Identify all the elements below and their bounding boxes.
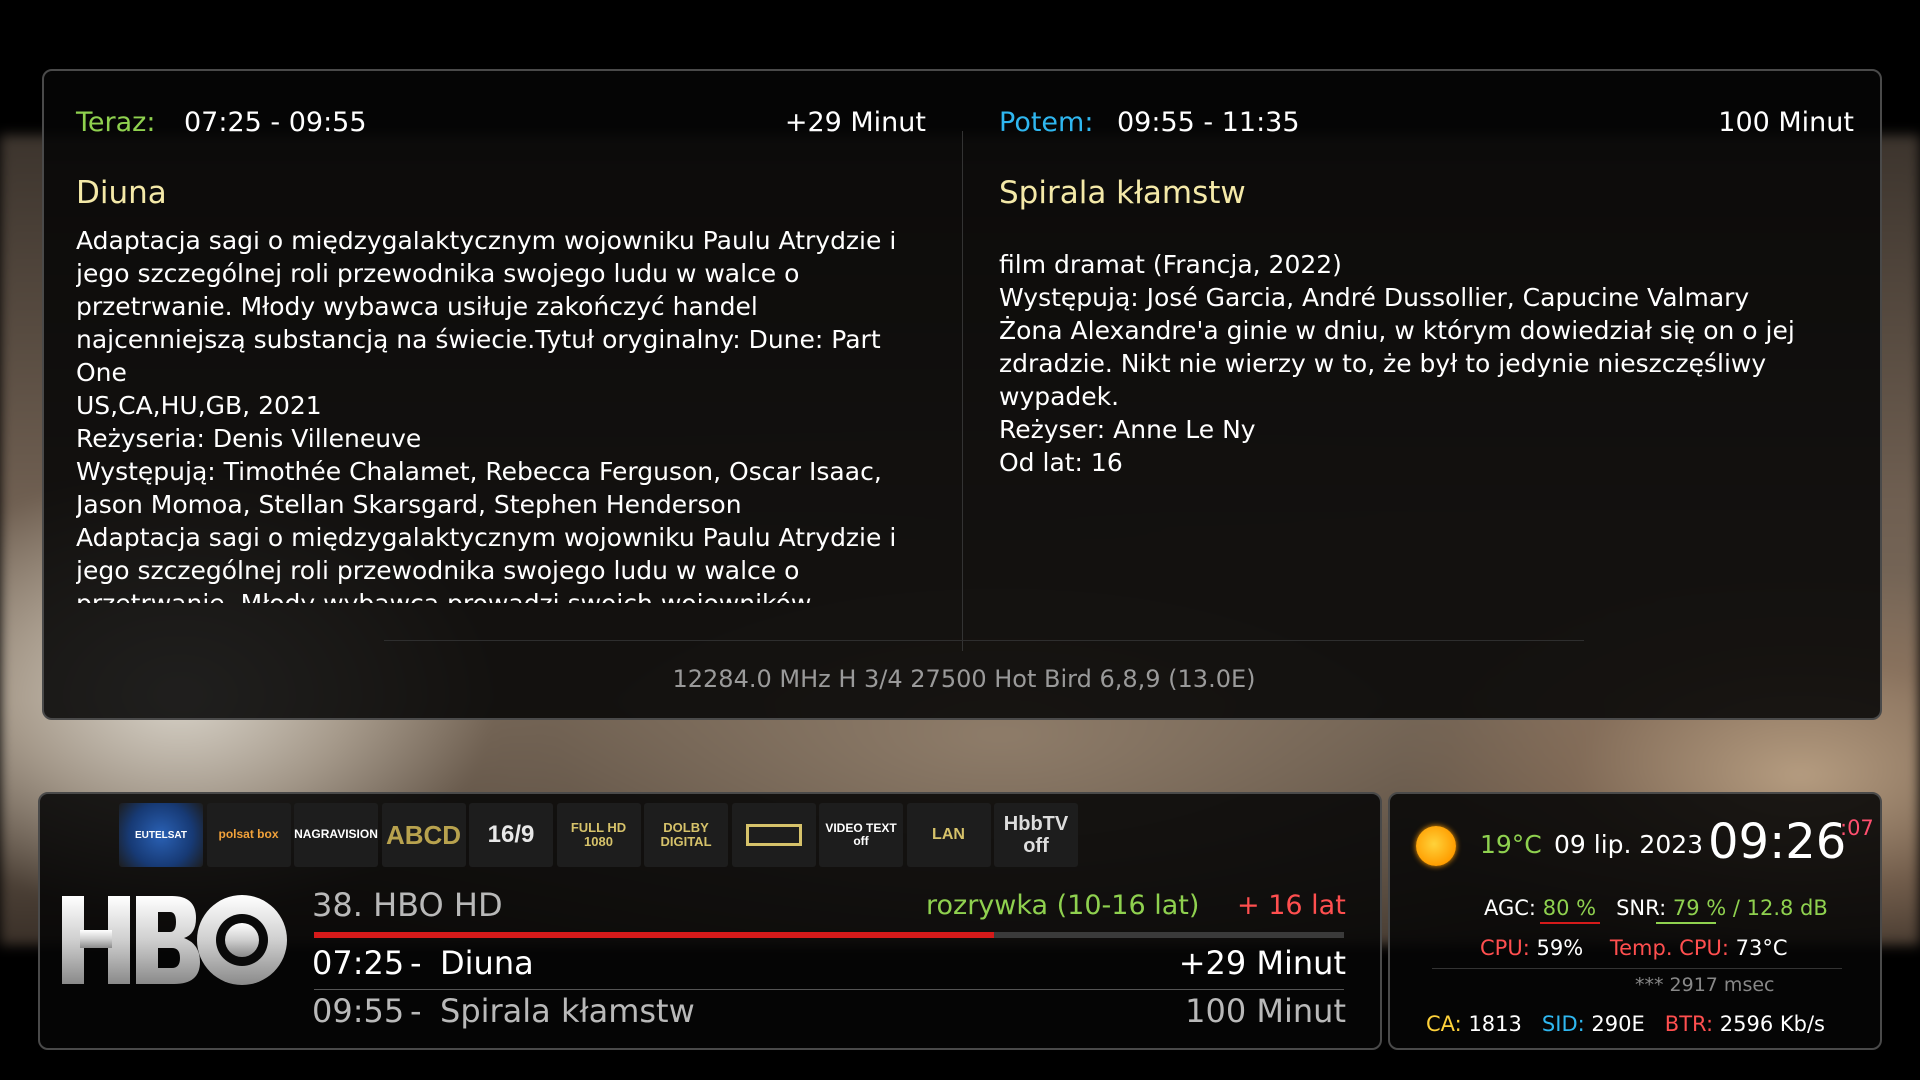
- channel-infobar: EUTELSAT polsat box NAGRAVISION ABCD 16/9 FUL…: [38, 792, 1382, 1050]
- epg-detail-panel: Teraz: 07:25 - 09:55 +29 Minut Diuna Ada…: [42, 69, 1882, 720]
- next-title: Spirala kłamstw: [999, 175, 1246, 211]
- next-programme-title: Spirala kłamstw: [440, 992, 695, 1030]
- ca-value: 1813: [1468, 1012, 1522, 1036]
- cpu-value: 59%: [1536, 936, 1584, 960]
- hbo-logo: [62, 895, 287, 985]
- current-start: 07:25: [312, 944, 405, 982]
- next-description-line: zdradzie. Nikt nie wierzy w to, że był t…: [999, 349, 1767, 378]
- service-line: CA: 1813 SID: 290E BTR: 2596 Kb/s: [1426, 1012, 1825, 1036]
- now-label: Teraz:: [76, 107, 156, 138]
- outside-temperature: 19°C: [1480, 830, 1542, 859]
- now-description-line: jego szczególnej roli przewodnika swojeg…: [76, 259, 800, 288]
- now-description[interactable]: Adaptacja sagi o międzygalaktycznym wojo…: [76, 231, 926, 603]
- now-description-line: przetrwanie. Młody wybawca prowadzi swoi…: [76, 587, 926, 603]
- programme-progress-bar: [314, 932, 1344, 938]
- agc-label: AGC:: [1484, 896, 1537, 920]
- now-description-line: Występują: Timothée Chalamet, Rebecca Fe…: [76, 457, 882, 486]
- ca-label: CA:: [1426, 1012, 1462, 1036]
- current-date: 09 lip. 2023: [1554, 830, 1704, 859]
- now-time-range: 07:25 - 09:55: [184, 107, 367, 138]
- column-divider: [962, 131, 963, 651]
- now-description-line: Reżyseria: Denis Villeneuve: [76, 424, 422, 453]
- now-remaining: +29 Minut: [784, 107, 926, 138]
- next-programme-duration: 100 Minut: [1185, 992, 1346, 1030]
- row-divider: [314, 989, 1344, 990]
- next-description[interactable]: film dramat (Francja, 2022) Występują: Jo…: [999, 231, 1854, 603]
- lan-icon: LAN: [906, 803, 991, 867]
- next-description-line: Reżyser: Anne Le Ny: [999, 415, 1256, 444]
- agc-value: 80 %: [1542, 896, 1597, 920]
- system-info-panel: 19°C 09 lip. 2023 09:26 :07 AGC: 80 % SN…: [1388, 792, 1882, 1050]
- sid-value: 290E: [1591, 1012, 1645, 1036]
- next-description-line: Żona Alexandre'a ginie w dniu, w którym …: [999, 316, 1795, 345]
- full-hd-1080-icon: FULL HD 1080: [556, 803, 641, 867]
- now-header: Teraz: 07:25 - 09:55 +29 Minut: [76, 107, 926, 147]
- sys-divider: [1432, 968, 1842, 969]
- channel-name: 38. HBO HD: [312, 886, 503, 924]
- next-label: Potem:: [999, 107, 1094, 138]
- eutelsat-hotbird-icon: EUTELSAT: [119, 803, 203, 867]
- current-title: Diuna: [440, 944, 534, 982]
- now-description-line: najcenniejszą substancją na świecie.Tytu…: [76, 325, 881, 354]
- footer-divider: [384, 640, 1584, 641]
- hbbtv-off-icon: HbbTV off: [994, 803, 1078, 867]
- cpu-line: CPU: 59% Temp. CPU: 73°C: [1480, 936, 1788, 960]
- next-description-line: Występują: José Garcia, André Dussollier…: [999, 283, 1750, 312]
- age-rating: + 16 lat: [1237, 890, 1346, 921]
- now-description-line: jego szczególnej roli przewodnika swojeg…: [76, 556, 800, 585]
- now-description-line: przetrwanie. Młody wybawca usiłuje zakoń…: [76, 292, 758, 321]
- cpu-label: CPU:: [1480, 936, 1530, 960]
- signal-line: AGC: 80 % SNR: 79 % / 12.8 dB: [1484, 896, 1828, 920]
- progress-fill: [314, 932, 994, 938]
- now-description-line: Jason Momoa, Stellan Skarsgard, Stephen …: [76, 490, 742, 519]
- now-title: Diuna: [76, 175, 167, 211]
- next-duration: 100 Minut: [1718, 107, 1854, 138]
- current-remaining: +29 Minut: [1178, 944, 1346, 982]
- clock-seconds: :07: [1840, 816, 1874, 840]
- next-description-line: film dramat (Francja, 2022): [999, 250, 1342, 279]
- snr-label: SNR:: [1616, 896, 1667, 920]
- temp-cpu-label: Temp. CPU:: [1609, 936, 1729, 960]
- next-description-line: wypadek.: [999, 382, 1120, 411]
- next-description-line: Od lat: 16: [999, 448, 1123, 477]
- agc-meter: [1540, 922, 1600, 924]
- sid-label: SID:: [1541, 1012, 1585, 1036]
- widescreen-icon: [731, 803, 816, 867]
- video-text-off-icon: VIDEO TEXT off: [819, 803, 903, 867]
- snr-value: 79 % / 12.8 dB: [1672, 896, 1828, 920]
- ecm-time: *** 2917 msec: [1635, 974, 1775, 996]
- current-sep: -: [410, 944, 422, 982]
- now-description-line: Adaptacja sagi o międzygalaktycznym wojo…: [76, 231, 897, 255]
- temp-cpu-value: 73°C: [1735, 936, 1788, 960]
- abcd-icon: ABCD: [381, 803, 466, 867]
- btr-value: 2596 Kb/s: [1719, 1012, 1825, 1036]
- btr-label: BTR:: [1664, 1012, 1714, 1036]
- channel-genre: rozrywka (10-16 lat): [926, 890, 1200, 921]
- clock: 09:26: [1708, 814, 1847, 870]
- dolby-digital-icon: DOLBY DIGITAL: [644, 803, 728, 867]
- next-start: 09:55: [312, 992, 405, 1030]
- next-sep: -: [410, 992, 422, 1030]
- now-description-line: One: [76, 358, 127, 387]
- widescreen-frame: [745, 824, 802, 846]
- polsat-box-icon: polsat box: [206, 803, 291, 867]
- aspect-16-9-icon: 16/9: [469, 803, 553, 867]
- next-time-range: 09:55 - 11:35: [1117, 107, 1300, 138]
- next-header: Potem: 09:55 - 11:35 100 Minut: [999, 107, 1854, 147]
- nagravision-icon: NAGRAVISION: [294, 803, 378, 867]
- snr-meter: [1656, 922, 1716, 924]
- transponder-info: 12284.0 MHz H 3/4 27500 Hot Bird 6,8,9 (…: [672, 665, 1256, 693]
- now-description-line: US,CA,HU,GB, 2021: [76, 391, 322, 420]
- sun-weather-icon: [1416, 826, 1456, 866]
- now-description-line: Adaptacja sagi o międzygalaktycznym wojo…: [76, 523, 897, 552]
